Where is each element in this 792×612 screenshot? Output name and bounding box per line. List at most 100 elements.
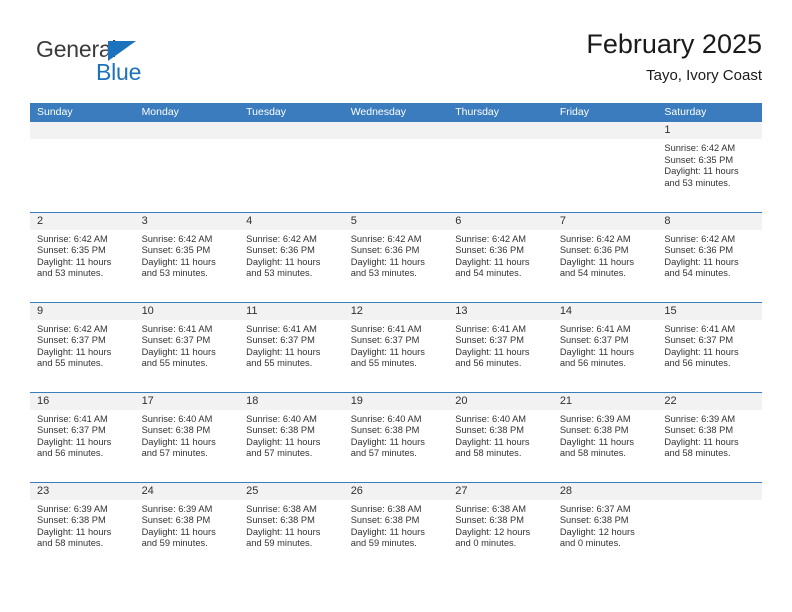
day-cell[interactable]: 2 Sunrise: 6:42 AM Sunset: 6:35 PM Dayli… (30, 211, 135, 302)
daylight-text-line1: Daylight: 11 hours (559, 346, 635, 357)
daylight-text-line1: Daylight: 11 hours (664, 346, 739, 357)
sunset-text: Sunset: 6:38 PM (664, 425, 734, 436)
day-cell[interactable]: 17 Sunrise: 6:40 AM Sunset: 6:38 PM Dayl… (134, 391, 240, 482)
daylight-text-line1: Daylight: 11 hours (37, 256, 112, 267)
daylight-text-line1: Daylight: 11 hours (664, 256, 739, 267)
calendar-body: 1 Sunrise: 6:42 AM Sunset: 6:35 PM Dayli… (30, 122, 762, 572)
day-cell[interactable]: 26 Sunrise: 6:38 AM Sunset: 6:38 PM Dayl… (343, 481, 449, 572)
sunset-text: Sunset: 6:37 PM (37, 425, 106, 436)
day-number: 5 (343, 212, 449, 230)
sunrise-text: Sunrise: 6:40 AM (246, 413, 317, 424)
daylight-text-line1: Daylight: 11 hours (141, 346, 216, 357)
day-number: 28 (552, 482, 658, 500)
day-cell[interactable]: 20 Sunrise: 6:40 AM Sunset: 6:38 PM Dayl… (448, 391, 553, 482)
sunset-text: Sunset: 6:38 PM (246, 425, 315, 436)
day-cell[interactable]: 7 Sunrise: 6:42 AM Sunset: 6:36 PM Dayli… (552, 211, 658, 302)
title-block: February 2025 Tayo, Ivory Coast (586, 28, 762, 86)
day-details: Sunrise: 6:38 AM Sunset: 6:38 PM Dayligh… (448, 500, 553, 550)
daylight-text-line2: and 55 minutes. (141, 358, 208, 369)
daylight-text-line1: Daylight: 11 hours (664, 166, 739, 177)
day-cell[interactable]: 6 Sunrise: 6:42 AM Sunset: 6:36 PM Dayli… (448, 211, 553, 302)
daylight-text-line1: Daylight: 11 hours (455, 436, 530, 447)
sunrise-text: Sunrise: 6:41 AM (37, 413, 108, 424)
day-cell-empty (239, 122, 344, 212)
day-cell[interactable]: 18 Sunrise: 6:40 AM Sunset: 6:38 PM Dayl… (239, 391, 344, 482)
day-cell[interactable]: 8 Sunrise: 6:42 AM Sunset: 6:36 PM Dayli… (657, 211, 762, 302)
day-details: Sunrise: 6:42 AM Sunset: 6:36 PM Dayligh… (344, 230, 449, 280)
day-cell[interactable]: 21 Sunrise: 6:39 AM Sunset: 6:38 PM Dayl… (552, 391, 658, 482)
sunset-text: Sunset: 6:36 PM (559, 245, 629, 256)
sunrise-text: Sunrise: 6:41 AM (559, 323, 631, 334)
day-cell[interactable]: 13 Sunrise: 6:41 AM Sunset: 6:37 PM Dayl… (448, 301, 553, 392)
weekday-header-monday: Monday (134, 103, 240, 122)
daylight-text-line2: and 53 minutes. (141, 268, 208, 279)
day-cell[interactable]: 4 Sunrise: 6:42 AM Sunset: 6:36 PM Dayli… (239, 211, 344, 302)
day-number: 23 (30, 482, 135, 500)
day-cell[interactable]: 9 Sunrise: 6:42 AM Sunset: 6:37 PM Dayli… (30, 301, 135, 392)
day-number (448, 122, 553, 139)
daylight-text-line2: and 56 minutes. (559, 358, 626, 369)
day-cell[interactable]: 19 Sunrise: 6:40 AM Sunset: 6:38 PM Dayl… (343, 391, 449, 482)
daylight-text-line2: and 53 minutes. (664, 177, 731, 188)
day-number: 4 (239, 212, 344, 230)
day-number: 12 (343, 302, 449, 320)
sunrise-text: Sunrise: 6:42 AM (455, 233, 527, 244)
day-number: 20 (448, 392, 553, 410)
day-cell[interactable]: 24 Sunrise: 6:39 AM Sunset: 6:38 PM Dayl… (134, 481, 240, 572)
calendar-week-row: 23 Sunrise: 6:39 AM Sunset: 6:38 PM Dayl… (30, 481, 762, 572)
day-number (30, 122, 135, 139)
daylight-text-line1: Daylight: 11 hours (455, 346, 530, 357)
daylight-text-line2: and 53 minutes. (350, 268, 417, 279)
daylight-text-line1: Daylight: 12 hours (455, 526, 531, 537)
sunset-text: Sunset: 6:37 PM (559, 335, 629, 346)
sunrise-text: Sunrise: 6:41 AM (455, 323, 527, 334)
daylight-text-line1: Daylight: 11 hours (350, 436, 425, 447)
sunrise-text: Sunrise: 6:42 AM (350, 233, 422, 244)
day-number (239, 122, 344, 139)
sunset-text: Sunset: 6:38 PM (559, 425, 629, 436)
day-details: Sunrise: 6:37 AM Sunset: 6:38 PM Dayligh… (553, 500, 658, 550)
day-cell[interactable]: 23 Sunrise: 6:39 AM Sunset: 6:38 PM Dayl… (30, 481, 135, 572)
day-cell[interactable]: 11 Sunrise: 6:41 AM Sunset: 6:37 PM Dayl… (239, 301, 344, 392)
daylight-text-line2: and 53 minutes. (37, 268, 104, 279)
day-cell[interactable]: 12 Sunrise: 6:41 AM Sunset: 6:37 PM Dayl… (343, 301, 449, 392)
day-details: Sunrise: 6:40 AM Sunset: 6:38 PM Dayligh… (135, 410, 240, 460)
daylight-text-line2: and 56 minutes. (664, 358, 731, 369)
sunrise-text: Sunrise: 6:42 AM (559, 233, 631, 244)
day-cell[interactable]: 27 Sunrise: 6:38 AM Sunset: 6:38 PM Dayl… (448, 481, 553, 572)
calendar-week-row: 1 Sunrise: 6:42 AM Sunset: 6:35 PM Dayli… (30, 122, 762, 212)
day-cell[interactable]: 28 Sunrise: 6:37 AM Sunset: 6:38 PM Dayl… (552, 481, 658, 572)
daylight-text-line2: and 56 minutes. (455, 358, 522, 369)
daylight-text-line1: Daylight: 11 hours (559, 436, 635, 447)
day-cell-empty (448, 122, 553, 212)
page-subtitle: Tayo, Ivory Coast (646, 67, 762, 84)
daylight-text-line2: and 0 minutes. (559, 538, 621, 549)
sunrise-text: Sunrise: 6:39 AM (37, 503, 108, 514)
daylight-text-line1: Daylight: 11 hours (664, 436, 739, 447)
daylight-text-line2: and 55 minutes. (350, 358, 417, 369)
sunrise-text: Sunrise: 6:42 AM (246, 233, 317, 244)
day-cell[interactable]: 3 Sunrise: 6:42 AM Sunset: 6:35 PM Dayli… (134, 211, 240, 302)
day-details: Sunrise: 6:38 AM Sunset: 6:38 PM Dayligh… (239, 500, 344, 550)
calendar-grid: Sunday Monday Tuesday Wednesday Thursday… (30, 103, 762, 572)
day-cell[interactable]: 25 Sunrise: 6:38 AM Sunset: 6:38 PM Dayl… (239, 481, 344, 572)
day-cell[interactable]: 10 Sunrise: 6:41 AM Sunset: 6:37 PM Dayl… (134, 301, 240, 392)
day-cell[interactable]: 1 Sunrise: 6:42 AM Sunset: 6:35 PM Dayli… (657, 122, 762, 212)
daylight-text-line1: Daylight: 11 hours (141, 256, 216, 267)
day-cell[interactable]: 15 Sunrise: 6:41 AM Sunset: 6:37 PM Dayl… (657, 301, 762, 392)
weekday-header-wednesday: Wednesday (343, 103, 449, 122)
day-cell[interactable]: 22 Sunrise: 6:39 AM Sunset: 6:38 PM Dayl… (657, 391, 762, 482)
day-cell[interactable]: 14 Sunrise: 6:41 AM Sunset: 6:37 PM Dayl… (552, 301, 658, 392)
day-cell[interactable]: 5 Sunrise: 6:42 AM Sunset: 6:36 PM Dayli… (343, 211, 449, 302)
sunset-text: Sunset: 6:38 PM (37, 515, 106, 526)
day-number: 11 (239, 302, 344, 320)
daylight-text-line1: Daylight: 11 hours (559, 256, 635, 267)
sunrise-text: Sunrise: 6:39 AM (141, 503, 213, 514)
day-details: Sunrise: 6:42 AM Sunset: 6:35 PM Dayligh… (657, 139, 762, 189)
sunrise-text: Sunrise: 6:41 AM (246, 323, 317, 334)
daylight-text-line2: and 54 minutes. (559, 268, 626, 279)
day-number: 21 (552, 392, 658, 410)
day-details: Sunrise: 6:42 AM Sunset: 6:35 PM Dayligh… (30, 230, 135, 280)
day-cell[interactable]: 16 Sunrise: 6:41 AM Sunset: 6:37 PM Dayl… (30, 391, 135, 482)
daylight-text-line1: Daylight: 11 hours (350, 346, 425, 357)
